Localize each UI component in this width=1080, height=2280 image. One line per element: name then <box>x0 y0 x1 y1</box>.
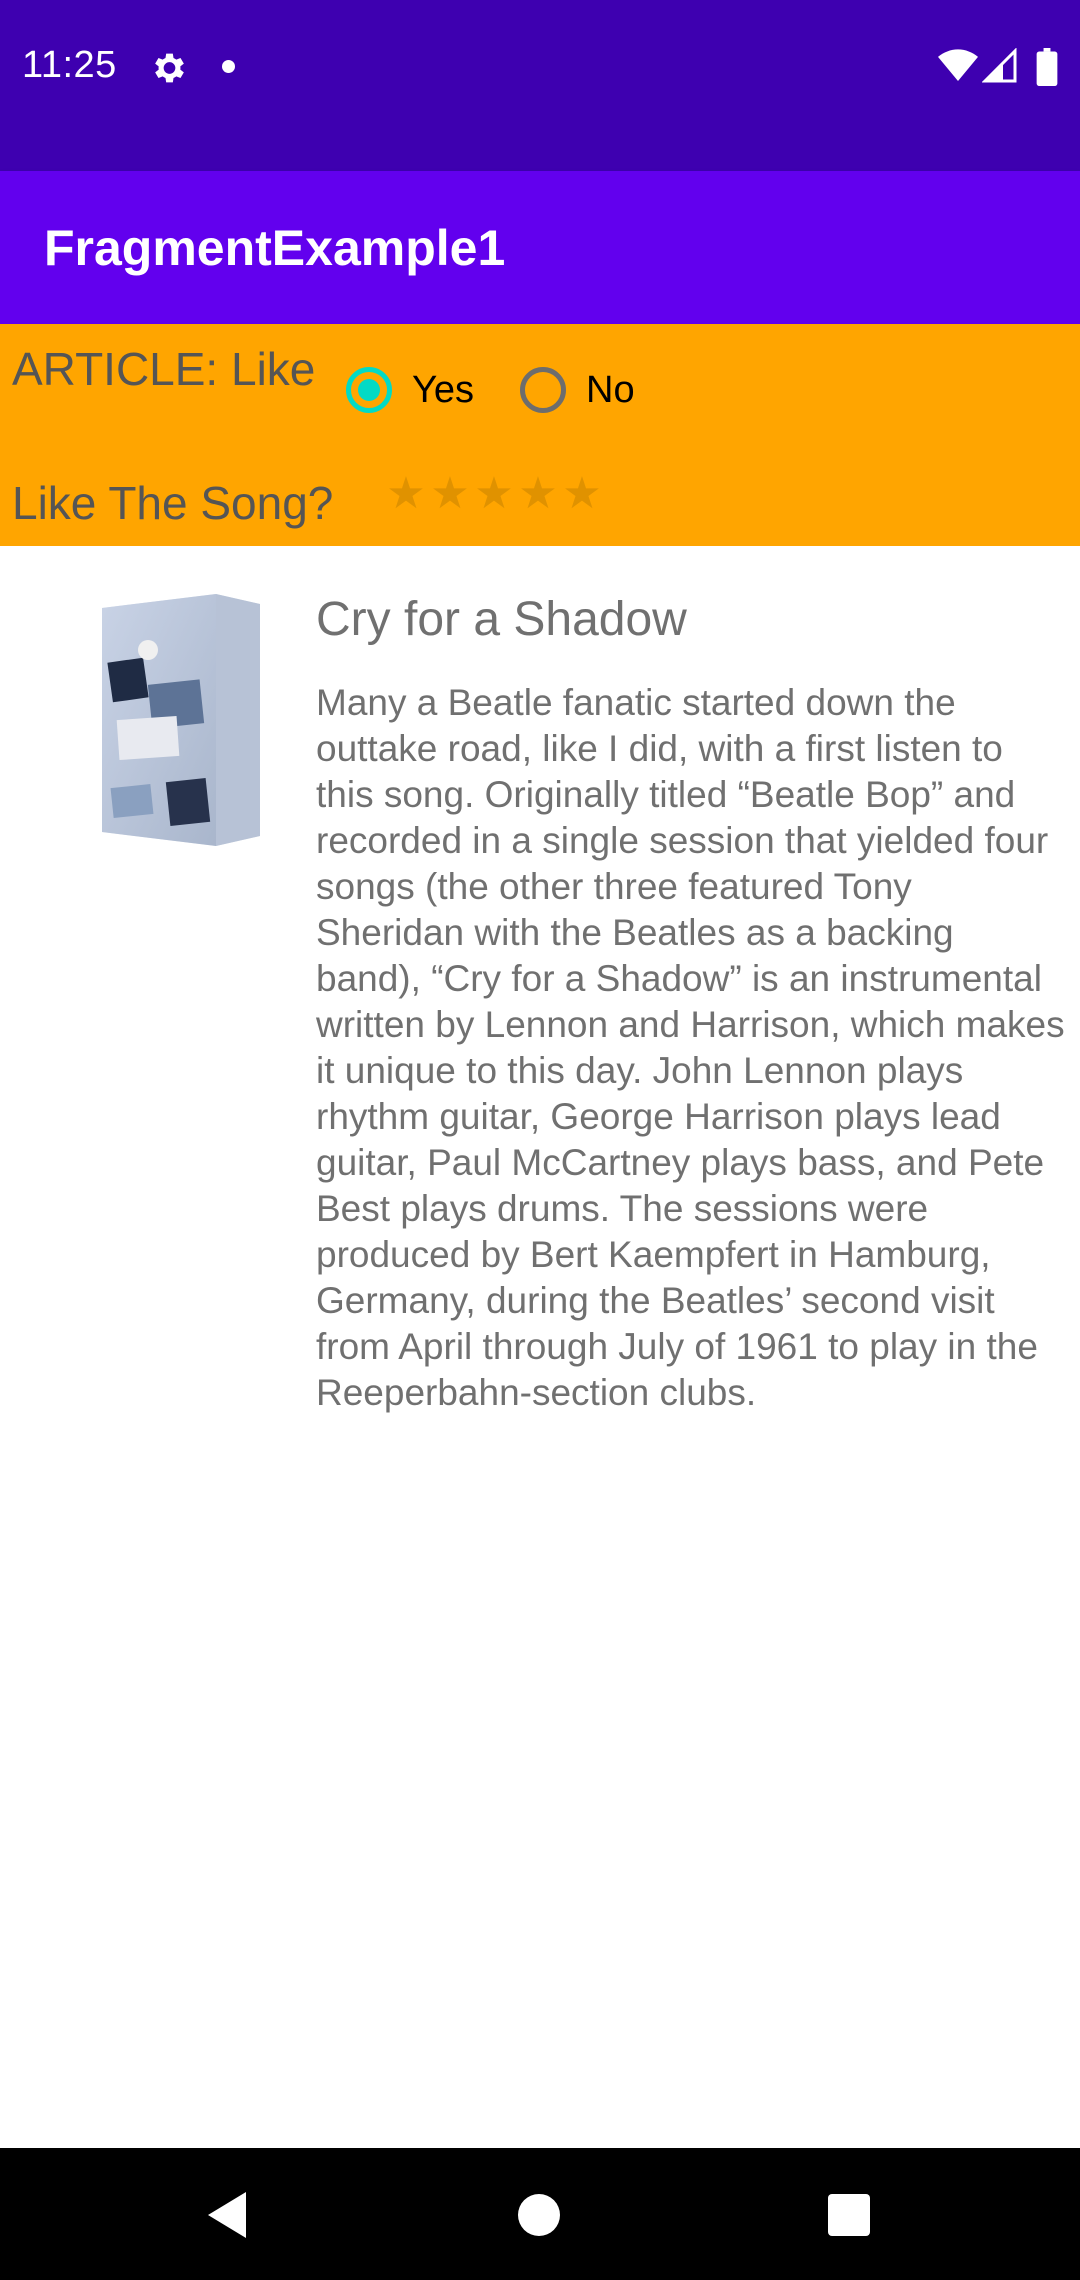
app-bar: FragmentExample1 <box>0 171 1080 324</box>
wifi-icon <box>938 49 978 81</box>
radio-yes[interactable]: Yes <box>346 360 474 420</box>
star-icon[interactable]: ★ <box>384 472 428 516</box>
star-icon[interactable]: ★ <box>428 472 472 516</box>
battery-icon <box>1036 48 1058 86</box>
star-icon[interactable]: ★ <box>516 472 560 516</box>
signal-icon <box>982 48 1017 83</box>
recents-icon[interactable] <box>828 2194 870 2236</box>
song-title: Cry for a Shadow <box>316 593 687 646</box>
star-icon[interactable]: ★ <box>472 472 516 516</box>
status-time: 11:25 <box>22 44 117 86</box>
back-icon[interactable] <box>204 2190 250 2240</box>
article-label: ARTICLE: Like <box>12 343 316 395</box>
radio-unchecked-icon[interactable] <box>520 367 566 413</box>
status-bar: 11:25 <box>0 0 1080 171</box>
song-description: Many a Beatle fanatic started down the o… <box>316 682 1065 1413</box>
top-fragment: ARTICLE: Like Yes No Like The Song? ★ ★ … <box>0 324 1080 546</box>
song-question-label: Like The Song? <box>12 477 334 529</box>
app-title: FragmentExample1 <box>44 220 506 276</box>
radio-yes-label[interactable]: Yes <box>412 369 474 412</box>
gear-icon <box>155 53 184 83</box>
star-icon[interactable]: ★ <box>560 472 604 516</box>
radio-no[interactable]: No <box>520 360 635 420</box>
notification-dot-icon <box>222 60 235 73</box>
radio-checked-icon[interactable] <box>346 367 392 413</box>
screen: 11:25 FragmentExample1 ARTICLE: Like Yes… <box>0 0 1080 2280</box>
radio-no-label[interactable]: No <box>586 369 635 412</box>
rating-bar[interactable]: ★ ★ ★ ★ ★ <box>384 472 604 516</box>
album-art-image <box>102 594 260 846</box>
home-icon[interactable] <box>518 2194 560 2236</box>
navigation-bar <box>0 2148 1080 2280</box>
